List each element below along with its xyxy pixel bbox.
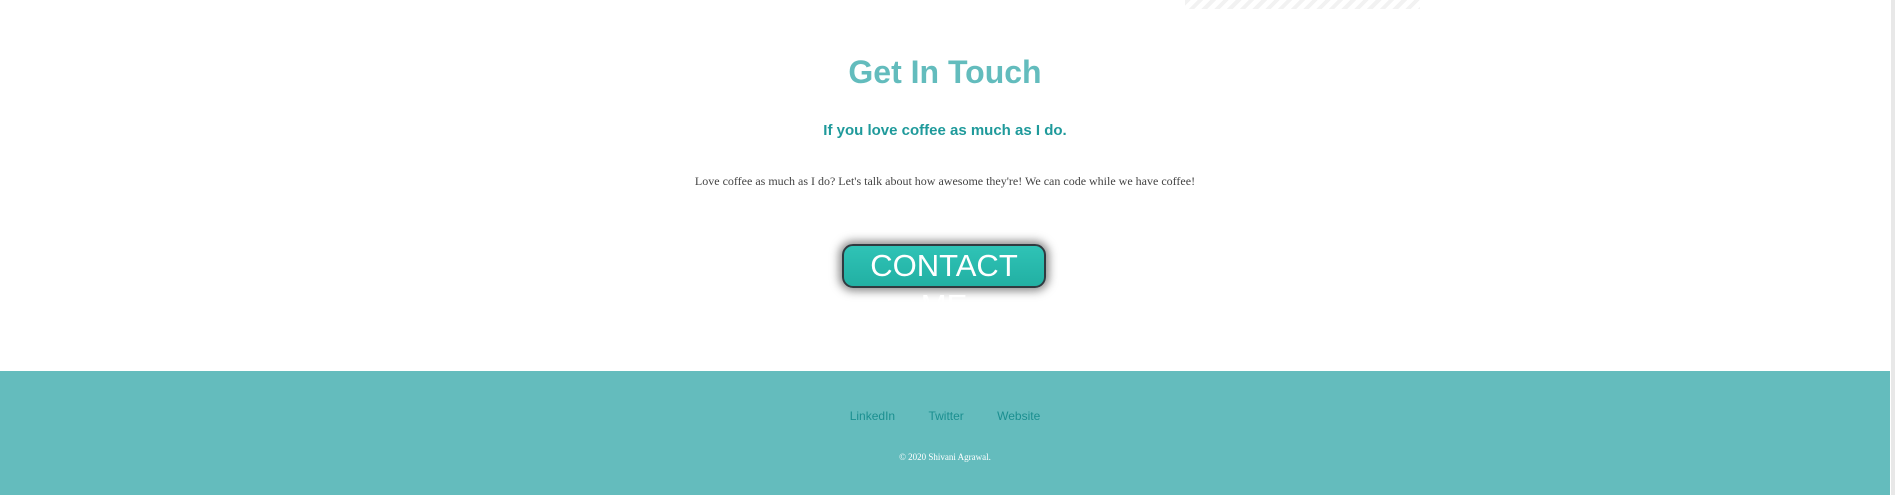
linkedin-link[interactable]: LinkedIn bbox=[850, 408, 895, 424]
footer: LinkedIn Twitter Website © 2020 Shivani … bbox=[0, 371, 1895, 495]
copyright-text: © 2020 Shivani Agrawal. bbox=[899, 452, 991, 462]
contact-description: Love coffee as much as I do? Let's talk … bbox=[694, 174, 1196, 188]
twitter-link[interactable]: Twitter bbox=[928, 408, 963, 424]
contact-me-button[interactable]: CONTACT ME bbox=[842, 244, 1046, 323]
scrollbar[interactable] bbox=[1890, 0, 1895, 495]
contact-subtitle: If you love coffee as much as I do. bbox=[823, 122, 1067, 139]
page: Get In Touch If you love coffee as much … bbox=[0, 0, 1895, 495]
footer-links: LinkedIn Twitter Website bbox=[0, 408, 1890, 424]
contact-section: Get In Touch If you love coffee as much … bbox=[0, 0, 1890, 371]
contact-title: Get In Touch bbox=[848, 54, 1042, 90]
website-link[interactable]: Website bbox=[997, 408, 1040, 424]
